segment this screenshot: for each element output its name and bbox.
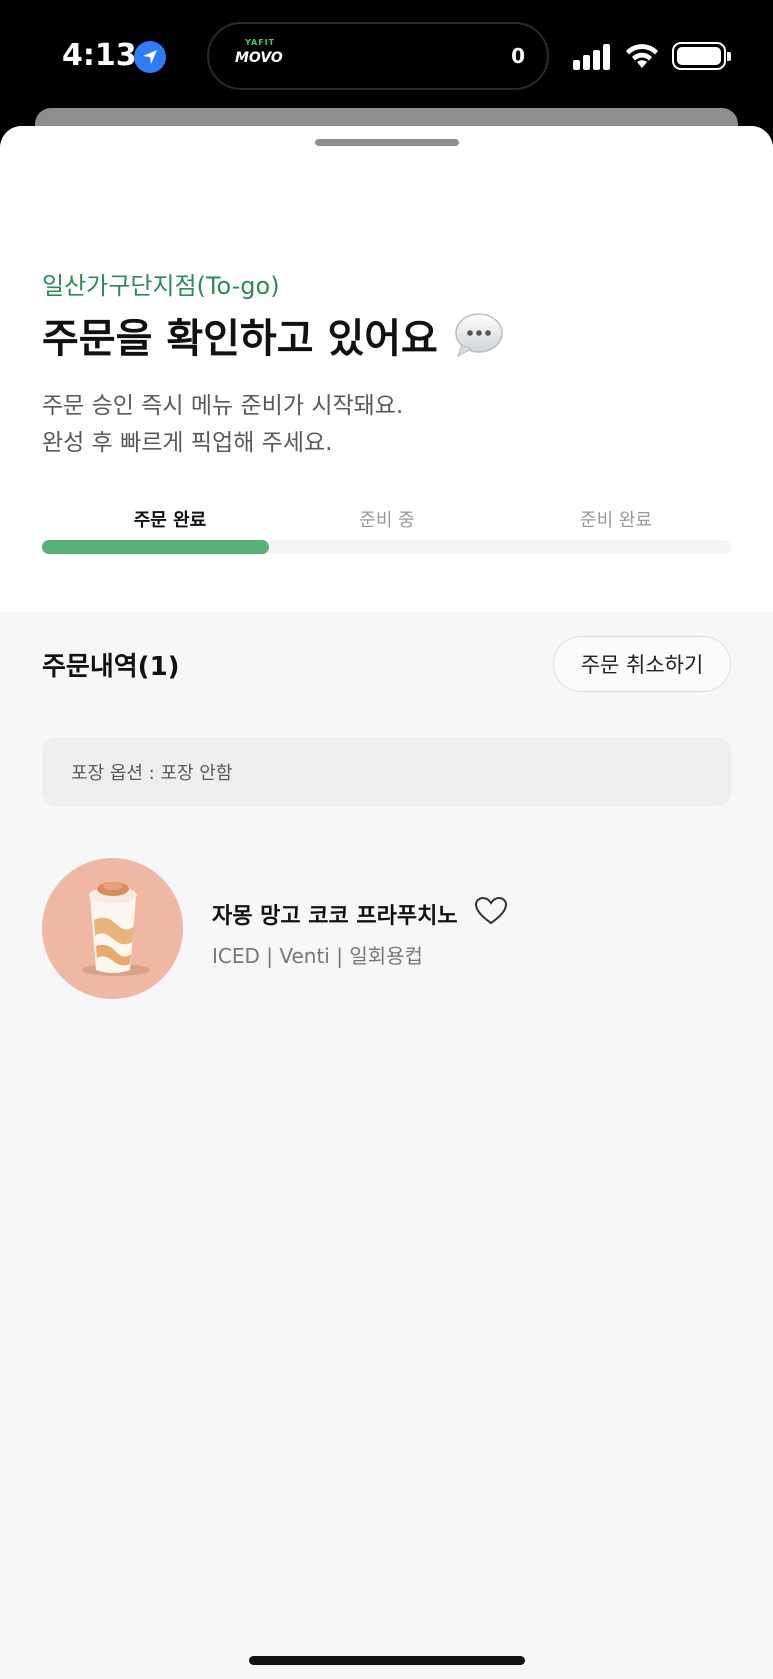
product-name-row: 자몽 망고 코코 프라푸치노 <box>212 896 508 932</box>
order-sheet: 일산가구단지점(To-go) 주문을 확인하고 있어요 주문 승인 즉시 메뉴 … <box>0 126 773 1679</box>
packaging-option: 포장 옵션 : 포장 안함 <box>42 738 731 806</box>
battery-icon <box>672 42 731 70</box>
step-order-complete: 주문 완료 <box>133 510 207 531</box>
heart-icon[interactable] <box>474 896 508 932</box>
sheet-grabber[interactable] <box>315 139 459 146</box>
home-indicator[interactable] <box>249 1656 525 1665</box>
step-preparing: 준비 중 <box>359 510 415 531</box>
cellular-signal-icon <box>573 44 613 70</box>
headline-text: 주문을 확인하고 있어요 <box>42 316 438 362</box>
product-options: ICED | Venti | 일회용컵 <box>212 944 423 968</box>
location-arrow-icon <box>134 41 166 73</box>
wifi-icon <box>626 44 658 68</box>
store-name: 일산가구단지점(To-go) <box>42 272 280 300</box>
logo-main: MOVO <box>235 50 283 66</box>
order-status-section: 일산가구단지점(To-go) 주문을 확인하고 있어요 주문 승인 즉시 메뉴 … <box>0 126 773 612</box>
progress-fill <box>42 540 270 554</box>
screen: 4:13 YAFIT MOVO 0 일산가구단지점(To-go) 주문을 확인하… <box>0 0 773 1679</box>
status-headline: 주문을 확인하고 있어요 <box>42 306 504 364</box>
cancel-order-button[interactable]: 주문 취소하기 <box>553 636 731 692</box>
speech-bubble-icon <box>454 312 504 358</box>
movo-logo: YAFIT MOVO <box>235 38 283 78</box>
product-name: 자몽 망고 코코 프라푸치노 <box>212 904 458 929</box>
order-progress-bar <box>42 540 731 554</box>
packaging-option-text: 포장 옵션 : 포장 안함 <box>71 763 233 784</box>
status-time: 4:13 <box>62 38 137 73</box>
order-history-title: 주문내역(1) <box>42 652 180 682</box>
description-line-2: 완성 후 빠르게 픽업해 주세요. <box>42 430 333 456</box>
product-image <box>42 858 183 999</box>
dynamic-island: YAFIT MOVO 0 <box>207 22 549 90</box>
description-line-1: 주문 승인 즉시 메뉴 준비가 시작돼요. <box>42 393 404 419</box>
island-count: 0 <box>511 44 525 68</box>
order-item[interactable]: 자몽 망고 코코 프라푸치노 ICED | Venti | 일회용컵 <box>42 858 731 1000</box>
logo-sup: YAFIT <box>245 38 276 47</box>
status-description: 주문 승인 즉시 메뉴 준비가 시작돼요. 완성 후 빠르게 픽업해 주세요. <box>42 388 403 462</box>
status-bar: 4:13 YAFIT MOVO 0 <box>0 0 773 120</box>
step-ready: 준비 완료 <box>580 510 652 531</box>
